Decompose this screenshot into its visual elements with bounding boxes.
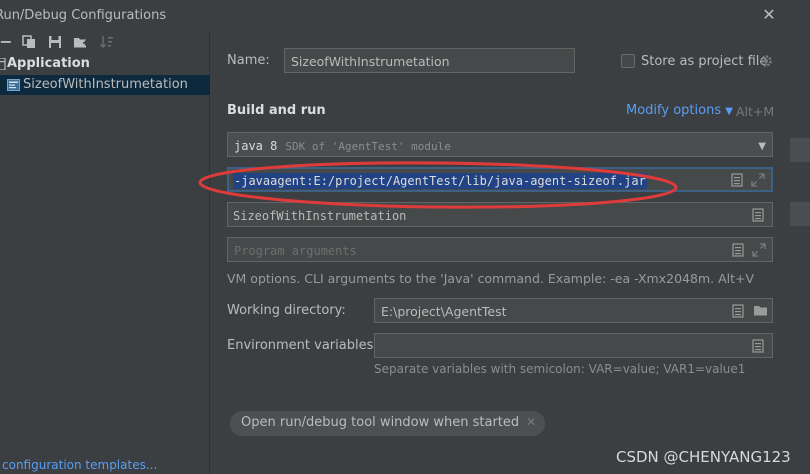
tree-group-application[interactable]: Application [0, 55, 210, 73]
working-directory-value: E:\project\AgentTest [381, 304, 507, 319]
folder-icon[interactable] [753, 304, 767, 318]
application-icon [0, 57, 6, 74]
edit-env-icon[interactable] [752, 338, 766, 353]
chevron-down-icon: ▼ [725, 106, 733, 117]
working-directory-label: Working directory: [227, 303, 346, 318]
program-arguments-input[interactable]: Program arguments [227, 237, 773, 262]
tree-item-selected[interactable]: SizeofWithInstrumetation [0, 75, 210, 95]
edge-highlight [790, 138, 810, 162]
run-config-icon [7, 79, 20, 95]
store-as-project-label: Store as project file [641, 54, 768, 69]
sdk-value: java 8 [234, 139, 278, 153]
dropdown-arrow-icon: ▼ [758, 141, 766, 152]
environment-variables-input[interactable] [374, 333, 773, 358]
save-icon[interactable] [47, 34, 63, 50]
window-title: Run/Debug Configurations [0, 8, 167, 23]
name-input[interactable]: SizeofWithInstrumetation [284, 48, 575, 73]
tree-group-label: Application [7, 56, 90, 71]
maximize-icon[interactable] [752, 242, 766, 257]
vm-options-hint: VM options. CLI arguments to the 'Java' … [227, 271, 755, 286]
working-directory-input[interactable]: E:\project\AgentTest [374, 298, 773, 323]
close-icon[interactable]: ✕ [760, 6, 778, 24]
browse-class-icon[interactable] [752, 207, 766, 222]
environment-variables-hint: Separate variables with semicolon: VAR=v… [374, 362, 746, 376]
environment-variables-label: Environment variables: [227, 338, 378, 353]
modify-options-link[interactable]: Modify options ▼ [626, 103, 733, 118]
expand-text-icon[interactable] [731, 172, 745, 187]
tree-item-label: SizeofWithInstrumetation [23, 77, 188, 92]
config-toolbar: − [0, 34, 210, 52]
sdk-select[interactable]: java 8 SDK of 'AgentTest' module ▼ [227, 132, 773, 157]
left-panel [0, 32, 210, 474]
store-as-project-checkbox[interactable] [621, 54, 635, 68]
name-label: Name: [227, 53, 270, 68]
minus-icon[interactable]: − [0, 34, 14, 50]
sdk-detail: SDK of 'AgentTest' module [285, 140, 451, 153]
add-folder-icon[interactable] [73, 34, 89, 50]
section-title: Build and run [227, 103, 326, 118]
gear-icon[interactable] [759, 54, 773, 72]
title-bar: Run/Debug Configurations ✕ [0, 0, 810, 32]
sort-icon[interactable] [99, 34, 115, 50]
program-arguments-placeholder: Program arguments [234, 244, 357, 258]
name-input-value: SizeofWithInstrumetation [291, 54, 450, 69]
modify-options-label: Modify options [626, 103, 722, 118]
maximize-icon[interactable] [751, 172, 765, 187]
open-tool-window-label: Open run/debug tool window when started [241, 415, 520, 430]
expand-text-icon[interactable] [732, 242, 746, 257]
open-tool-window-chip[interactable]: Open run/debug tool window when started … [230, 411, 546, 436]
right-edge-strip [790, 32, 810, 474]
edge-highlight [790, 202, 810, 226]
copy-icon[interactable] [21, 34, 37, 50]
configuration-templates-link[interactable]: configuration templates... [2, 458, 157, 472]
watermark: CSDN @CHENYANG123 [616, 448, 791, 466]
remove-chip-icon[interactable]: ✕ [526, 415, 536, 429]
modify-options-shortcut: Alt+M [736, 104, 775, 119]
annotation-ellipse [198, 161, 678, 209]
macros-icon[interactable] [732, 303, 746, 318]
